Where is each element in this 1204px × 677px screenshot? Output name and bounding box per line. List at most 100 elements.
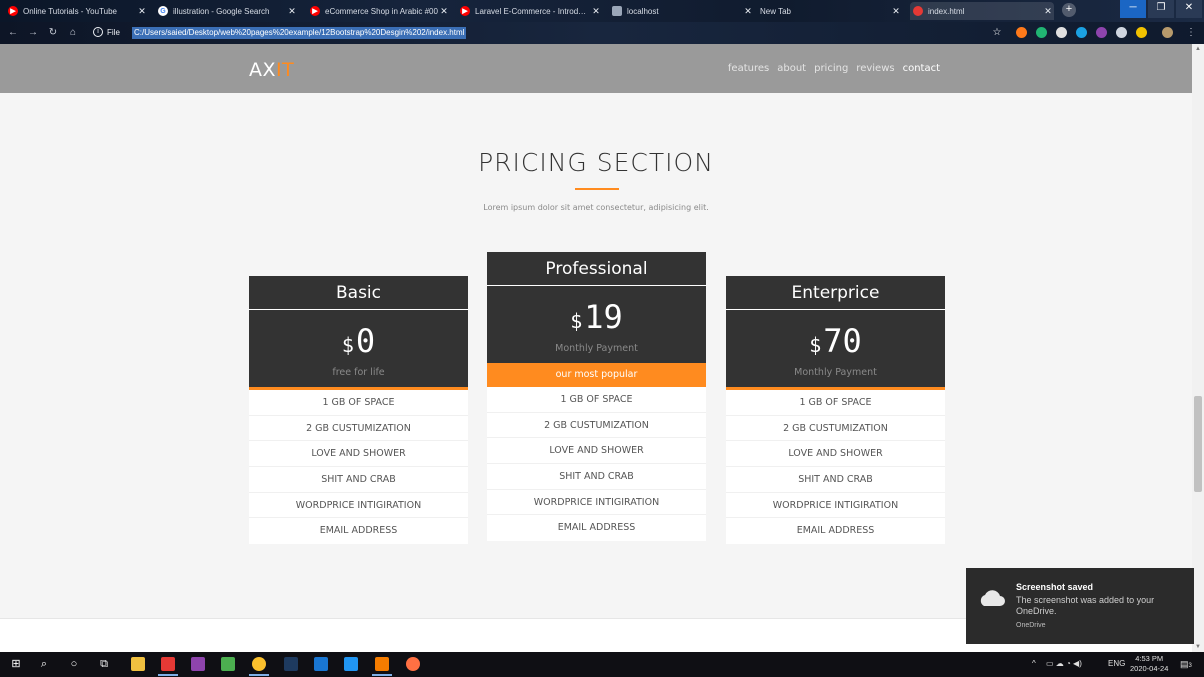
list-item: 2 GB CUSTUMIZATION <box>726 416 945 442</box>
home-icon[interactable]: ⌂ <box>66 26 80 40</box>
tab-youtube-tutorials[interactable]: ▶ Online Tutorials - YouTube ✕ <box>8 2 148 20</box>
list-item: WORDPRICE INTIGIRATION <box>249 493 468 519</box>
app-icon[interactable] <box>158 657 178 676</box>
minimize-button[interactable]: ─ <box>1120 0 1146 18</box>
card-header: Professional $19 Monthly Payment <box>487 252 706 363</box>
windows-start-icon[interactable]: ⊞ <box>8 656 24 672</box>
card-header: Enterprice $70 Monthly Payment <box>726 276 945 387</box>
extension-icon[interactable] <box>1096 27 1107 38</box>
plan-note: Monthly Payment <box>794 367 877 378</box>
section-title: PRICING SECTION <box>478 148 714 177</box>
site-info[interactable]: i File <box>93 27 120 37</box>
app-icon[interactable] <box>284 657 298 671</box>
browser-tab-strip: ▶ Online Tutorials - YouTube ✕ G illustr… <box>0 0 1204 22</box>
list-item: LOVE AND SHOWER <box>487 438 706 465</box>
system-clock[interactable]: 4:53 PM 2020-04-24 <box>1130 654 1168 674</box>
plan-note: free for life <box>332 367 385 378</box>
app-icon[interactable] <box>314 657 328 671</box>
bookmark-star-icon[interactable]: ☆ <box>990 26 1004 40</box>
file-explorer-icon[interactable] <box>131 657 145 671</box>
list-item: WORDPRICE INTIGIRATION <box>487 490 706 516</box>
extension-icon[interactable] <box>1056 27 1067 38</box>
page-scrollbar[interactable]: ▲ ▼ <box>1192 44 1204 652</box>
web-page: AXIT features about pricing reviews cont… <box>0 44 1192 652</box>
close-icon[interactable]: ✕ <box>890 6 902 17</box>
tray-chevron-icon[interactable]: ^ <box>1032 659 1036 668</box>
new-tab-button[interactable]: + <box>1062 3 1076 17</box>
forward-icon[interactable]: → <box>26 26 40 40</box>
nav-reviews[interactable]: reviews <box>856 63 894 74</box>
close-icon[interactable]: ✕ <box>136 6 148 17</box>
pricing-card-professional: Professional $19 Monthly Payment our mos… <box>487 252 706 542</box>
list-item: 1 GB OF SPACE <box>487 387 706 413</box>
list-item: EMAIL ADDRESS <box>319 525 398 537</box>
list-item: 1 GB OF SPACE <box>726 390 945 416</box>
maximize-button[interactable]: ❐ <box>1148 0 1174 18</box>
site-logo[interactable]: AXIT <box>249 59 294 81</box>
tab-ecommerce-arabic[interactable]: ▶ eCommerce Shop in Arabic #00 ✕ <box>310 2 450 20</box>
scroll-thumb[interactable] <box>1194 396 1202 492</box>
extension-icon[interactable] <box>1016 27 1027 38</box>
xampp-icon[interactable] <box>372 657 392 676</box>
list-item: WORDPRICE INTIGIRATION <box>726 493 945 519</box>
title-underline <box>575 188 619 190</box>
feature-list: 1 GB OF SPACE 2 GB CUSTUMIZATION LOVE AN… <box>249 390 468 544</box>
tab-localhost[interactable]: localhost ✕ <box>612 2 754 20</box>
close-icon[interactable]: ✕ <box>438 6 450 17</box>
close-window-button[interactable]: ✕ <box>1176 0 1202 18</box>
firefox-icon[interactable] <box>406 657 420 671</box>
extension-icon[interactable] <box>1136 27 1147 38</box>
plan-name: Basic <box>249 276 468 310</box>
address-bar: ← → ↻ ⌂ i File C:/Users/saied/Desktop/we… <box>0 22 1204 44</box>
search-icon[interactable]: ⌕ <box>36 656 52 672</box>
nav-contact[interactable]: contact <box>903 63 940 74</box>
visual-studio-icon[interactable] <box>191 657 205 671</box>
list-item: LOVE AND SHOWER <box>249 441 468 468</box>
app-icon[interactable] <box>221 657 235 671</box>
tab-index-html[interactable]: index.html ✕ <box>910 2 1054 20</box>
google-icon: G <box>158 6 168 16</box>
close-icon[interactable]: ✕ <box>286 6 298 17</box>
popular-badge: our most popular <box>487 363 706 387</box>
tab-google-search[interactable]: G illustration - Google Search ✕ <box>158 2 298 20</box>
cortana-icon[interactable]: ○ <box>66 656 82 672</box>
scroll-up-icon[interactable]: ▲ <box>1192 44 1204 54</box>
section-subtitle: Lorem ipsum dolor sit amet consectetur, … <box>483 203 709 212</box>
plan-price: $70 <box>809 322 862 360</box>
menu-kebab-icon[interactable]: ⋮ <box>1184 26 1198 40</box>
back-icon[interactable]: ← <box>6 26 20 40</box>
info-icon: i <box>93 27 103 37</box>
plan-note: Monthly Payment <box>555 343 638 354</box>
tray-icons[interactable]: ▭ ☁ ◔ ◀) <box>1046 659 1082 668</box>
feature-list: 1 GB OF SPACE 2 GB CUSTUMIZATION LOVE AN… <box>487 387 706 541</box>
close-icon[interactable]: ✕ <box>1042 6 1054 17</box>
nav-features[interactable]: features <box>728 63 769 74</box>
tab-new-tab[interactable]: New Tab ✕ <box>760 2 902 20</box>
language-indicator[interactable]: ENG <box>1108 659 1125 668</box>
list-item: SHIT AND CRAB <box>487 464 706 490</box>
extension-icon[interactable] <box>1076 27 1087 38</box>
list-item: EMAIL ADDRESS <box>557 522 636 534</box>
extension-icon[interactable] <box>1116 27 1127 38</box>
extension-icon[interactable] <box>1036 27 1047 38</box>
vscode-icon[interactable] <box>344 657 358 671</box>
tab-laravel-ecommerce[interactable]: ▶ Laravel E-Commerce - Introducti ✕ <box>460 2 602 20</box>
pricing-card-enterprice: Enterprice $70 Monthly Payment 1 GB OF S… <box>726 276 945 545</box>
reload-icon[interactable]: ↻ <box>46 26 60 40</box>
toast-body: The screenshot was added to your OneDriv… <box>1016 595 1155 616</box>
screenshot-toast[interactable]: Screenshot saved The screenshot was adde… <box>966 568 1194 644</box>
chrome-icon[interactable] <box>249 657 269 676</box>
list-item: LOVE AND SHOWER <box>726 441 945 468</box>
close-icon[interactable]: ✕ <box>590 6 602 17</box>
feature-list: 1 GB OF SPACE 2 GB CUSTUMIZATION LOVE AN… <box>726 390 945 544</box>
avatar[interactable] <box>1162 27 1173 38</box>
nav-about[interactable]: about <box>777 63 806 74</box>
notification-center-icon[interactable]: ▤3 <box>1180 659 1192 670</box>
close-icon[interactable]: ✕ <box>742 6 754 17</box>
site-navbar: AXIT features about pricing reviews cont… <box>0 44 1192 93</box>
plan-price: $0 <box>341 322 376 360</box>
task-view-icon[interactable]: ⧉ <box>96 656 112 672</box>
url-input[interactable]: C:/Users/saied/Desktop/web%20pages%20exa… <box>132 27 467 39</box>
nav-pricing[interactable]: pricing <box>814 63 848 74</box>
card-header: Basic $0 free for life <box>249 276 468 387</box>
